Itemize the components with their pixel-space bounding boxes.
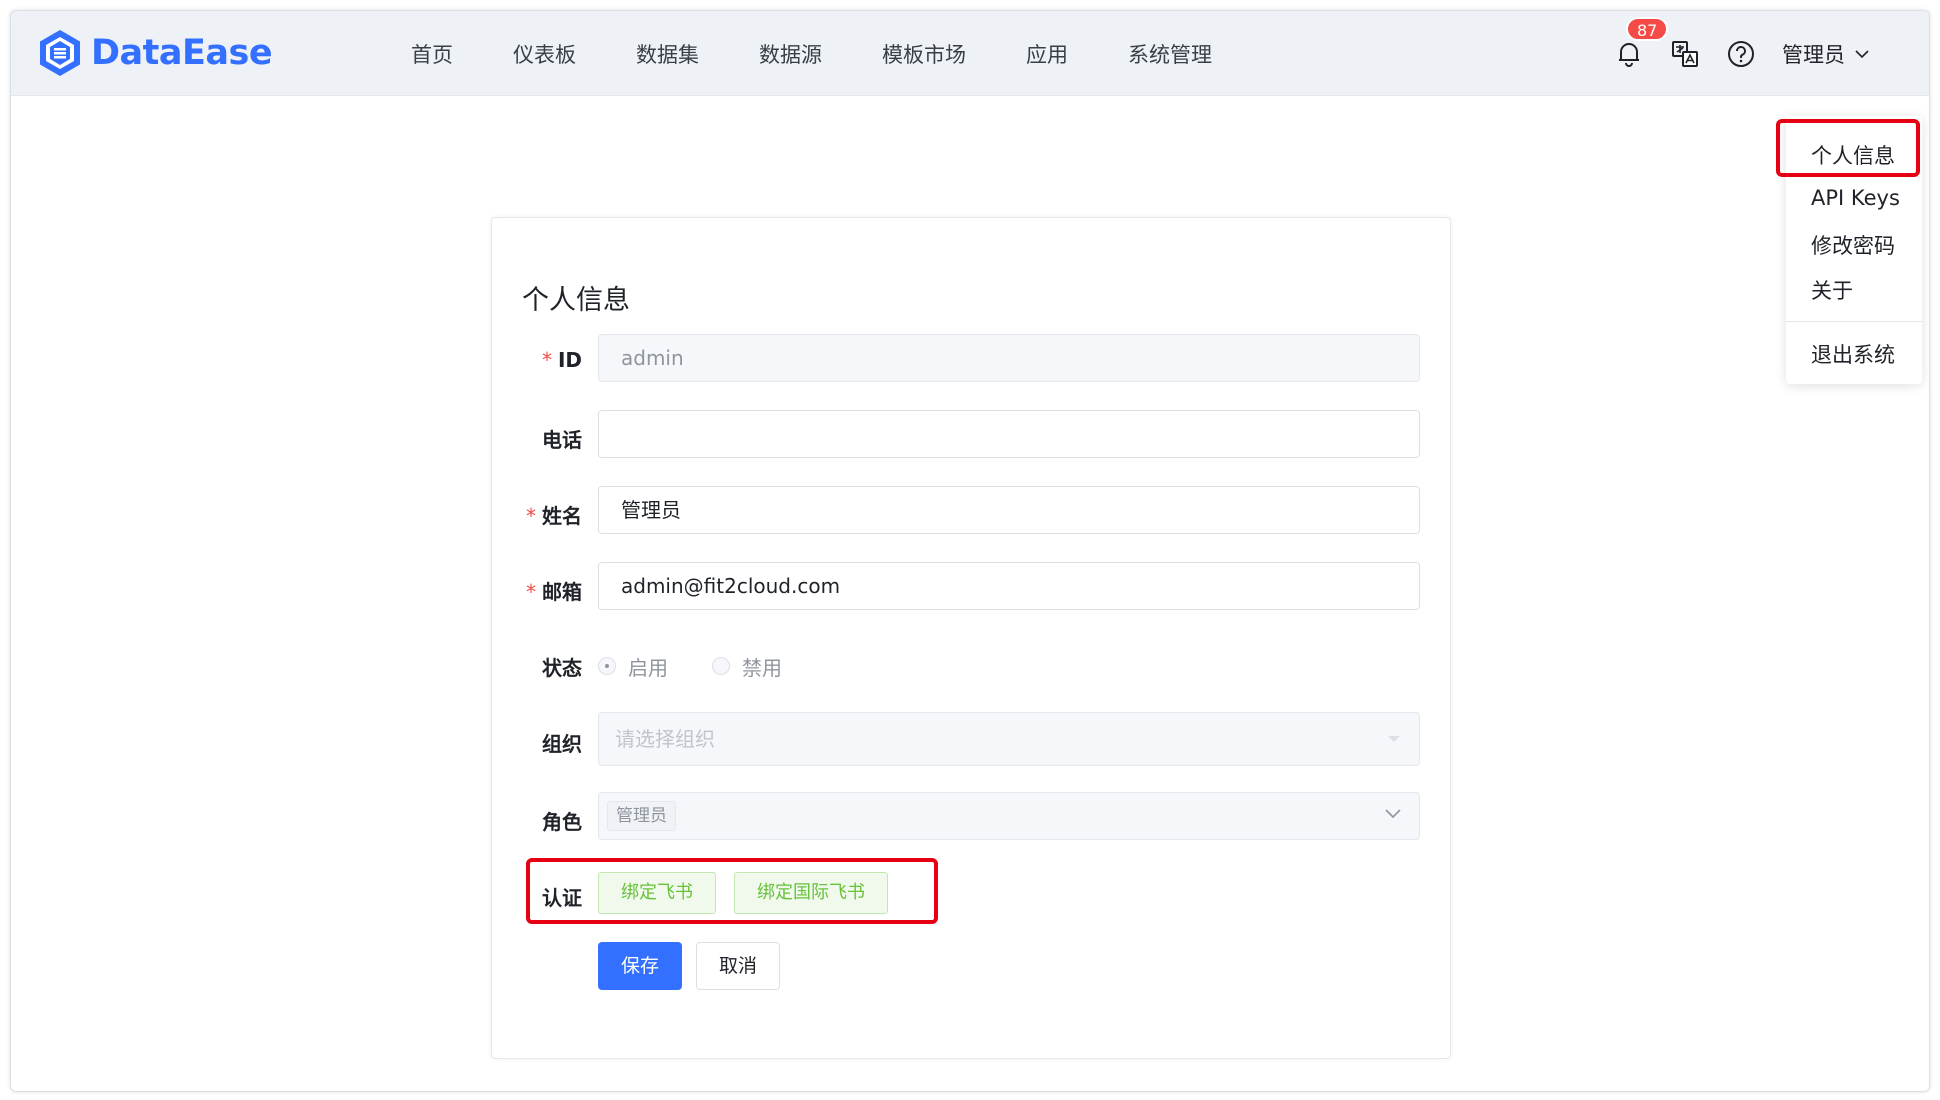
translate-icon [1672,40,1698,67]
nav-item-dataset[interactable]: 数据集 [636,39,699,69]
nav-item-system-management[interactable]: 系统管理 [1128,39,1212,69]
name-field[interactable]: 管理员 [598,486,1420,534]
status-enabled-label[interactable]: 启用 [628,652,668,681]
logo[interactable]: DataEase [35,25,273,81]
id-field[interactable]: admin [598,334,1420,382]
bell-icon [1619,42,1639,67]
cancel-button[interactable]: 取消 [696,942,780,990]
notification-button[interactable]: 87 [1614,16,1669,69]
org-select[interactable]: 请选择组织 [598,712,1420,766]
logo-text: DataEase [91,33,273,73]
menu-item-change-password[interactable]: 修改密码 [1786,230,1922,260]
status-disabled-radio[interactable] [712,657,730,675]
nav-item-home[interactable]: 首页 [411,39,453,69]
help-circle-icon [1728,40,1754,67]
status-label: 状态 [542,656,582,680]
page-title: 个人信息 [522,285,630,316]
role-tag: 管理员 [607,801,676,831]
nav-item-template-market[interactable]: 模板市场 [882,39,966,69]
name-label: * 姓名 [526,504,582,528]
caret-down-icon [1388,736,1400,742]
nav-item-apps[interactable]: 应用 [1026,39,1068,69]
save-button[interactable]: 保存 [598,942,682,990]
header-tools: 87 管理员 [1588,11,1869,96]
notification-badge: 87 [1626,16,1669,41]
highlight-box-auth [526,858,938,924]
app-window: DataEase 首页 仪表板 数据集 数据源 模板市场 应用 系统管理 87 [10,10,1930,1092]
profile-card: 个人信息 * ID admin 电话 * 姓名 管理员 * 邮箱 admin@fit2… [491,217,1451,1059]
role-select[interactable]: 管理员 [598,792,1420,840]
status-radio-group: 启用 禁用 [598,651,826,681]
user-name: 管理员 [1782,42,1845,67]
main-nav: 首页 仪表板 数据集 数据源 模板市场 应用 系统管理 [411,11,1272,96]
menu-item-logout[interactable]: 退出系统 [1786,339,1922,369]
menu-item-about[interactable]: 关于 [1786,275,1922,305]
language-button[interactable] [1670,39,1700,69]
phone-field[interactable] [598,410,1420,458]
id-label: * ID [541,348,582,372]
email-label: * 邮箱 [526,580,582,604]
org-placeholder: 请选择组织 [615,727,715,751]
nav-item-dashboard[interactable]: 仪表板 [513,39,576,69]
menu-divider [1786,321,1922,322]
dataease-logo-icon [40,30,80,76]
org-label: 组织 [542,732,582,756]
status-enabled-radio[interactable] [598,657,616,675]
help-button[interactable] [1726,39,1756,69]
chevron-down-icon [1385,809,1401,819]
required-mark: * [526,580,536,604]
required-mark: * [526,504,536,528]
user-menu-trigger[interactable]: 管理员 [1782,39,1869,69]
menu-item-api-keys[interactable]: API Keys [1786,186,1922,210]
chevron-down-icon [1855,49,1869,58]
role-label: 角色 [542,810,582,834]
nav-item-datasource[interactable]: 数据源 [759,39,822,69]
email-field[interactable]: admin@fit2cloud.com [598,562,1420,610]
highlight-box-profile [1776,119,1920,177]
required-mark: * [541,348,552,372]
phone-label: 电话 [542,428,582,452]
top-header: DataEase 首页 仪表板 数据集 数据源 模板市场 应用 系统管理 87 [11,11,1929,96]
status-disabled-label[interactable]: 禁用 [742,652,782,681]
